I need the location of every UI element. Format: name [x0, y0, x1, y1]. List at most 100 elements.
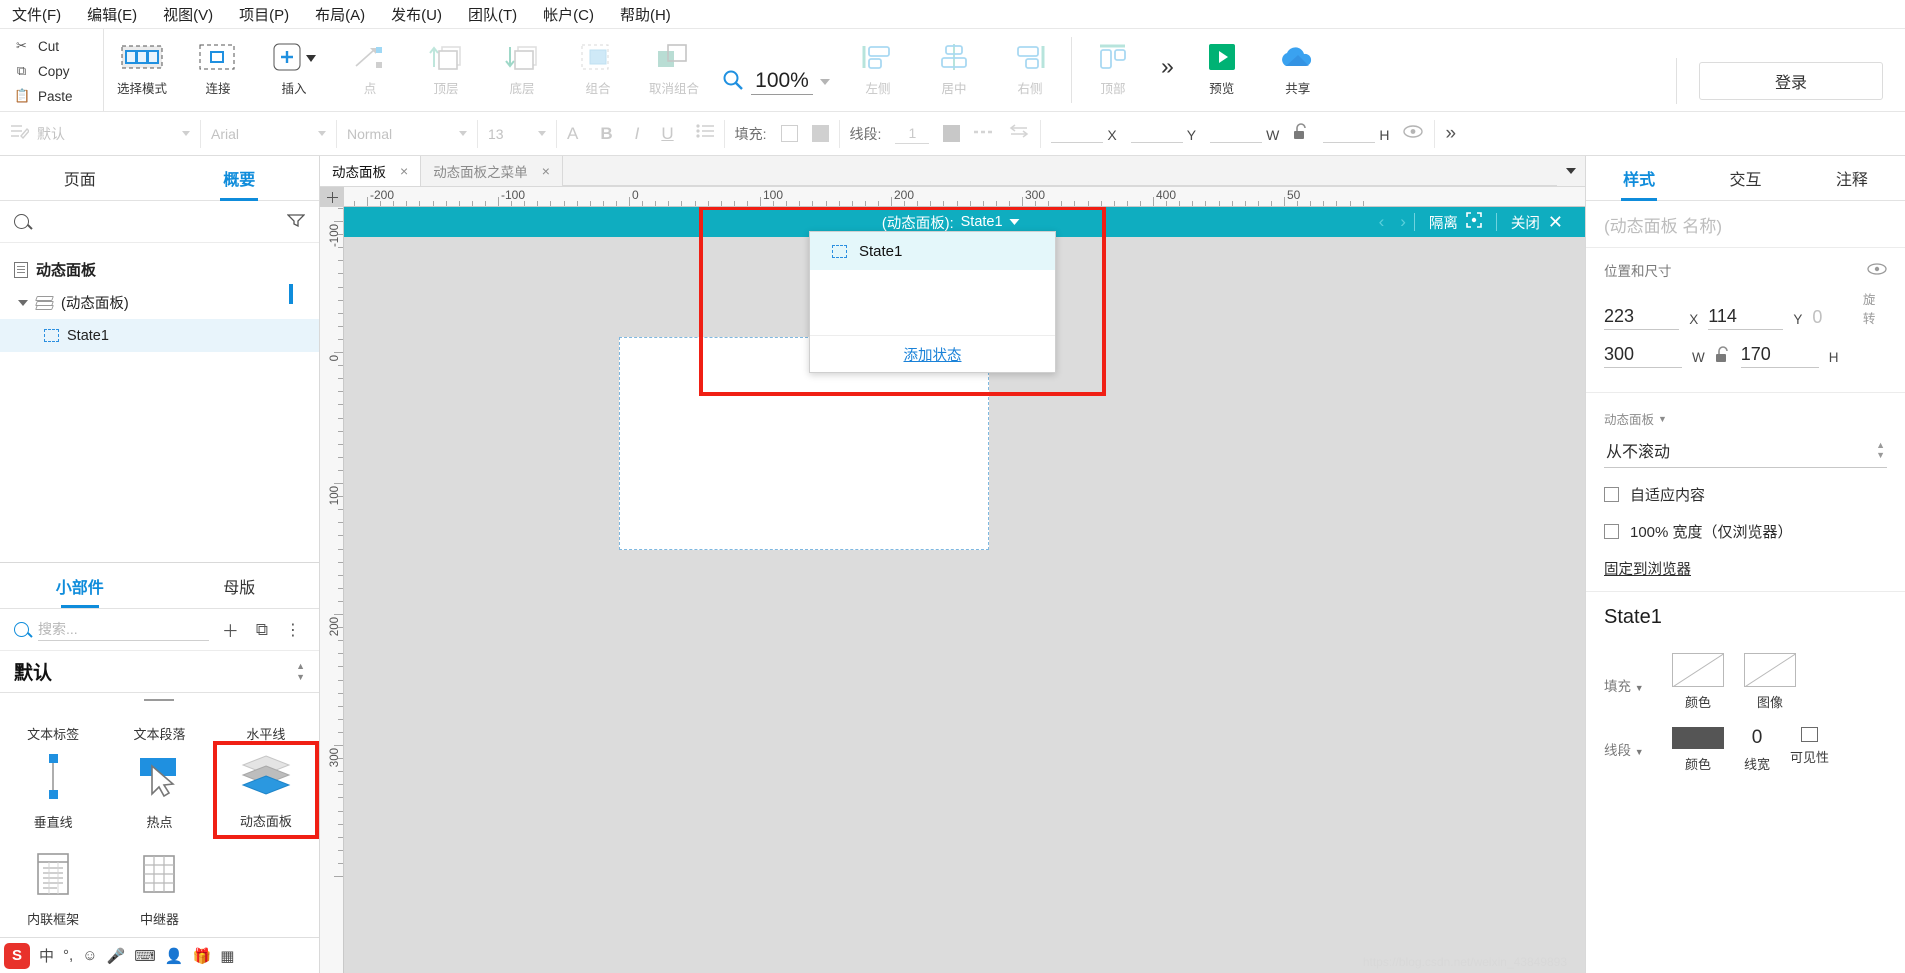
isolate-button[interactable]: 隔离 [1415, 212, 1496, 233]
font-family-selector[interactable]: Arial [201, 112, 336, 156]
menu-item-edit[interactable]: 编辑(E) [87, 4, 137, 25]
zoom-value[interactable]: 100% [751, 69, 813, 95]
line-color-swatch[interactable] [943, 125, 961, 142]
gift-icon[interactable]: 🎁 [193, 947, 212, 965]
menu-item-team[interactable]: 团队(T) [468, 4, 517, 25]
chevron-down-icon[interactable]: ▼ [1635, 747, 1644, 757]
keyboard-icon[interactable]: ⌨ [134, 947, 156, 965]
chevron-updown-icon[interactable]: ▲ ▼ [296, 662, 305, 682]
insert-button[interactable]: 插入 [256, 29, 332, 109]
widget-inline-frame[interactable]: 内联框架 [0, 839, 106, 937]
chevron-down-icon[interactable] [18, 299, 28, 306]
close-icon[interactable]: × [542, 163, 550, 179]
bring-to-front-button[interactable]: 顶层 [408, 29, 484, 109]
h-field[interactable]: H [1323, 124, 1389, 143]
ime-punct-icon[interactable]: °, [63, 947, 73, 964]
chevron-down-icon[interactable] [820, 79, 830, 85]
page-tab-dynamic-panel[interactable]: 动态面板 × [320, 156, 422, 186]
chevron-left-icon[interactable]: ‹ [1371, 212, 1393, 232]
login-button[interactable]: 登录 [1699, 62, 1883, 100]
widget-search-input[interactable]: 搜索... [38, 619, 209, 641]
add-state-link[interactable]: 添加状态 [810, 335, 1055, 372]
line-arrow-icon[interactable] [1008, 124, 1030, 143]
unlock-icon[interactable] [1293, 122, 1309, 145]
eye-icon[interactable] [1403, 124, 1424, 143]
more-vertical-icon[interactable]: ⋮ [281, 620, 305, 640]
underline-button[interactable]: U [661, 124, 673, 144]
state-menu-item-state1[interactable]: State1 [810, 232, 1055, 270]
ime-chinese-icon[interactable]: 中 [39, 945, 54, 966]
eye-icon[interactable] [1867, 262, 1887, 278]
tree-state-indicator[interactable] [289, 284, 293, 304]
tree-node-dynamic-panel-root[interactable]: 动态面板 [0, 253, 319, 286]
menu-item-project[interactable]: 项目(P) [239, 4, 289, 25]
line-width-input[interactable]: 1 [895, 124, 930, 144]
widget-text-paragraph[interactable]: 文本段落 [106, 693, 212, 741]
tab-outline[interactable]: 概要 [160, 156, 320, 201]
vertical-ruler[interactable]: -100 0 100 200 300 [320, 207, 344, 973]
tree-node-dynamic-panel[interactable]: (动态面板) [0, 286, 319, 319]
chevron-down-icon[interactable]: ▼ [1658, 414, 1667, 424]
horizontal-ruler[interactable]: -200 -100 0 100 200 300 400 50 [344, 187, 1585, 207]
full-width-checkbox[interactable]: 100% 宽度（仅浏览器） [1604, 521, 1887, 542]
widget-repeater[interactable]: 中继器 [106, 839, 212, 937]
tab-masters[interactable]: 母版 [160, 563, 320, 608]
w-input[interactable]: 300 [1604, 344, 1682, 368]
dynamic-panel-state-selector[interactable]: (动态面板): State1 [882, 212, 1020, 233]
pin-to-browser-link[interactable]: 固定到浏览器 [1604, 558, 1691, 579]
stroke-color-option[interactable]: 颜色 [1672, 727, 1724, 773]
apps-icon[interactable]: ▦ [220, 947, 234, 965]
share-button[interactable]: 共享 [1260, 29, 1336, 109]
x-field[interactable]: X [1051, 124, 1117, 143]
tab-style[interactable]: 样式 [1586, 156, 1692, 201]
font-weight-selector[interactable]: Normal [337, 112, 477, 156]
preview-button[interactable]: 预览 [1184, 29, 1260, 109]
widget-dynamic-panel[interactable]: 动态面板 [212, 741, 319, 839]
widget-text-label[interactable]: 文本标签 [0, 693, 106, 741]
widget-horizontal-line[interactable]: 水平线 [213, 693, 319, 741]
tab-pages[interactable]: 页面 [0, 156, 160, 201]
menu-item-view[interactable]: 视图(V) [163, 4, 213, 25]
tab-notes[interactable]: 注释 [1799, 156, 1905, 201]
select-mode-button[interactable]: 选择模式 [104, 29, 180, 109]
scroll-behavior-select[interactable]: 从不滚动 ▲ ▼ [1604, 434, 1887, 468]
page-tab-dynamic-panel-menu[interactable]: 动态面板之菜单 × [421, 156, 563, 186]
fill-color-option[interactable]: 颜色 [1672, 653, 1724, 711]
menu-item-file[interactable]: 文件(F) [12, 4, 61, 25]
ruler-corner[interactable] [320, 187, 344, 207]
bold-button[interactable]: B [600, 124, 612, 144]
font-size-selector[interactable]: 13 [478, 112, 556, 156]
chevron-down-icon[interactable] [182, 131, 190, 136]
filter-icon[interactable] [286, 213, 306, 231]
y-field[interactable]: Y [1130, 124, 1196, 143]
tabbar-overflow-button[interactable] [1557, 156, 1585, 186]
line-dash-icon[interactable] [974, 125, 994, 143]
stroke-visibility-option[interactable]: 可见性 [1790, 727, 1829, 766]
send-to-back-button[interactable]: 底层 [484, 29, 560, 109]
copy-library-icon[interactable]: ⧉ [252, 620, 272, 640]
chevron-down-icon[interactable] [318, 131, 326, 136]
widget-name-input[interactable]: (动态面板 名称) [1586, 201, 1905, 248]
fit-to-content-checkbox[interactable]: 自适应内容 [1604, 484, 1887, 505]
x-input[interactable]: 223 [1604, 306, 1680, 330]
chevron-down-icon[interactable] [538, 131, 546, 136]
unlock-icon[interactable] [1715, 346, 1731, 368]
menu-item-help[interactable]: 帮助(H) [620, 4, 671, 25]
widget-library-header[interactable]: 默认 ▲ ▼ [0, 651, 319, 693]
fill-color-swatch[interactable] [780, 125, 798, 142]
chevron-down-icon[interactable]: ▼ [1635, 683, 1644, 693]
ribbon-more-button[interactable]: » [1161, 53, 1174, 111]
format-more-button[interactable]: » [1435, 112, 1463, 156]
menu-item-publish[interactable]: 发布(U) [391, 4, 442, 25]
chevron-down-icon[interactable] [1009, 219, 1020, 225]
group-button[interactable]: 组合 [560, 29, 636, 109]
w-field[interactable]: W [1210, 124, 1279, 143]
fill-gradient-swatch[interactable] [811, 125, 829, 142]
align-top-button[interactable]: 顶部 [1075, 29, 1151, 109]
y-input[interactable]: 114 [1708, 306, 1784, 330]
outline-search-bar[interactable] [0, 201, 319, 243]
fill-image-option[interactable]: 图像 [1744, 653, 1796, 711]
align-right-button[interactable]: 右侧 [992, 29, 1068, 109]
chevron-right-icon[interactable]: › [1392, 212, 1414, 232]
tab-interactions[interactable]: 交互 [1692, 156, 1798, 201]
